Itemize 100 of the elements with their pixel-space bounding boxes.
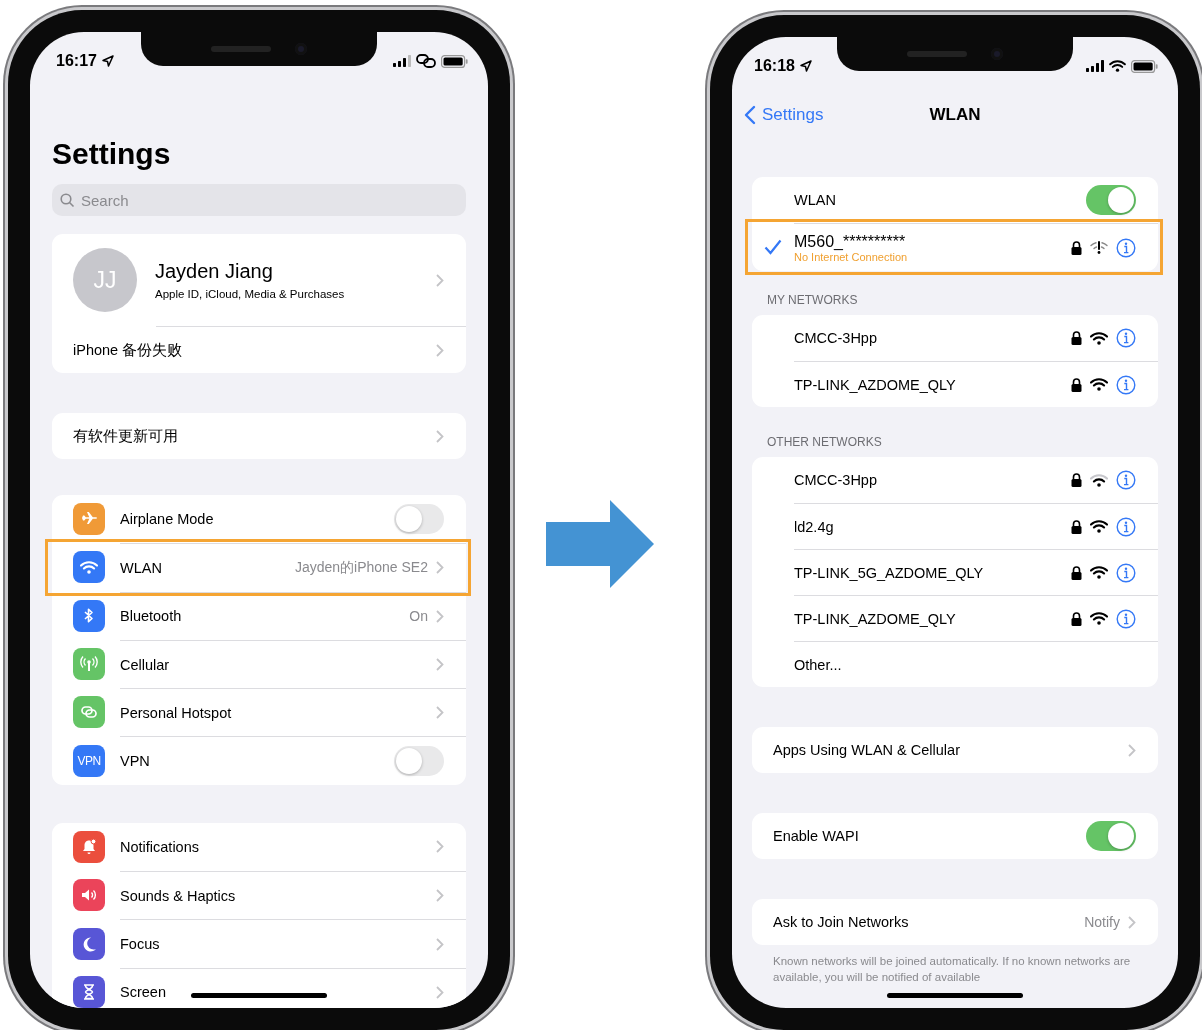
settings-row[interactable]: Focus xyxy=(52,919,466,968)
network-row[interactable]: TP-LINK_AZDOME_QLY xyxy=(752,361,1158,407)
chevron-icon xyxy=(436,429,444,443)
settings-row[interactable]: Apps Using WLAN & Cellular xyxy=(752,727,1158,773)
network-row[interactable]: TP-LINK_5G_AZDOME_QLY xyxy=(752,549,1158,595)
search-field[interactable]: Search xyxy=(52,184,466,216)
battery-icon xyxy=(1131,59,1158,73)
network-row[interactable]: TP-LINK_AZDOME_QLY xyxy=(752,595,1158,641)
setting-value: Notify xyxy=(1084,914,1120,930)
info-icon[interactable] xyxy=(1116,608,1136,629)
setting-label: Cellular xyxy=(120,656,170,673)
info-icon[interactable] xyxy=(1116,237,1136,258)
info-icon[interactable] xyxy=(1116,470,1136,490)
info-icon[interactable] xyxy=(1116,374,1136,395)
page-title: Settings xyxy=(52,136,172,172)
chevron-icon xyxy=(436,889,444,903)
settings-row[interactable]: Personal Hotspot xyxy=(52,688,466,737)
settings-row[interactable]: Notifications xyxy=(52,822,466,872)
network-name: CMCC-3Hpp xyxy=(794,472,877,488)
settings-row[interactable]: Bluetooth On xyxy=(52,591,466,640)
chevron-icon xyxy=(436,273,444,287)
section-header: OTHER NETWORKS xyxy=(766,434,883,451)
toggle-switch[interactable] xyxy=(1086,185,1136,215)
setting-label: 有软件更新可用 xyxy=(73,426,178,446)
link-icon xyxy=(416,54,436,68)
setting-value: Jayden的iPhone SE2 xyxy=(294,558,428,577)
settings-row[interactable]: WLAN xyxy=(752,177,1158,223)
setting-label: Airplane Mode xyxy=(120,511,214,528)
right-arrow-icon xyxy=(546,500,656,588)
chevron-icon xyxy=(1128,743,1136,757)
network-row[interactable]: Other... xyxy=(752,641,1158,687)
chevron-icon xyxy=(436,706,444,720)
settings-row[interactable]: Airplane Mode xyxy=(52,495,466,544)
network-name: Other... xyxy=(794,656,842,673)
status-time: 16:17 xyxy=(56,52,97,70)
lock-icon xyxy=(1071,519,1082,534)
wifi-icon xyxy=(1090,331,1108,345)
signal-icon xyxy=(393,55,411,67)
profile-name: Jayden Jiang xyxy=(155,260,274,283)
lock-icon xyxy=(1071,377,1082,392)
signal-icon xyxy=(1086,60,1104,72)
wifi-icon xyxy=(1109,60,1126,72)
chevron-icon xyxy=(436,985,444,999)
setting-label: VPN xyxy=(120,753,150,770)
network-name: TP-LINK_AZDOME_QLY xyxy=(794,610,956,627)
vpn-icon: VPN xyxy=(73,744,105,777)
toggle-switch[interactable] xyxy=(1086,821,1136,851)
section-header: MY NETWORKS xyxy=(766,292,859,309)
settings-row[interactable]: VPN VPN xyxy=(52,736,466,785)
setting-label: Focus xyxy=(120,936,160,952)
info-icon[interactable] xyxy=(1116,562,1136,583)
setting-label: iPhone 备份失败 xyxy=(73,340,183,360)
settings-row[interactable]: Ask to Join Networks Notify xyxy=(752,899,1158,945)
battery-icon xyxy=(441,54,468,68)
wifi-icon xyxy=(1090,520,1108,533)
chevron-icon xyxy=(436,937,444,951)
profile-row[interactable]: JJ Jayden Jiang Apple ID, iCloud, Media & Purchases xyxy=(52,234,466,326)
network-row[interactable]: CMCC-3Hpp xyxy=(752,457,1158,503)
setting-label: WLAN xyxy=(120,559,162,576)
toggle-switch[interactable] xyxy=(394,746,444,777)
network-name: TP-LINK_AZDOME_QLY xyxy=(794,376,956,393)
setting-label: Screen xyxy=(120,984,166,1001)
setting-label: Ask to Join Networks xyxy=(773,914,909,930)
chevron-icon xyxy=(436,840,444,854)
settings-row[interactable]: 有软件更新可用 xyxy=(52,413,466,459)
avatar: JJ xyxy=(73,248,137,312)
settings-row[interactable]: iPhone 备份失败 xyxy=(52,327,466,373)
location-arrow-icon xyxy=(799,60,812,72)
chevron-icon xyxy=(1128,915,1136,929)
settings-row[interactable]: Enable WAPI xyxy=(752,813,1158,859)
info-icon[interactable] xyxy=(1116,328,1136,348)
setting-label: Bluetooth xyxy=(120,608,182,625)
network-row[interactable]: CMCC-3Hpp xyxy=(752,315,1158,361)
settings-row[interactable]: WLAN Jayden的iPhone SE2 xyxy=(52,543,466,592)
toggle-switch[interactable] xyxy=(394,504,444,535)
setting-label: Apps Using WLAN & Cellular xyxy=(773,742,960,758)
wifi-icon xyxy=(1090,473,1108,487)
profile-subtitle: Apple ID, iCloud, Media & Purchases xyxy=(155,288,346,300)
setting-label: Personal Hotspot xyxy=(120,704,232,721)
network-row[interactable]: M560_********** No Internet Connection xyxy=(752,223,1158,271)
settings-row[interactable]: Sounds & Haptics xyxy=(52,871,466,920)
back-link[interactable]: Settings xyxy=(744,105,824,125)
network-name: TP-LINK_5G_AZDOME_QLY xyxy=(794,564,984,581)
settings-row[interactable]: Cellular xyxy=(52,639,466,689)
search-icon xyxy=(60,193,75,208)
location-arrow-icon xyxy=(101,55,114,67)
lock-icon xyxy=(1071,611,1082,626)
wifi-icon xyxy=(1090,612,1108,625)
setting-value: On xyxy=(409,608,428,625)
lock-icon xyxy=(1071,565,1082,580)
lock-icon xyxy=(1071,473,1082,487)
network-row[interactable]: ld2.4g xyxy=(752,503,1158,549)
network-status: No Internet Connection xyxy=(794,250,908,263)
lock-icon xyxy=(1071,240,1082,255)
wifi-icon xyxy=(1090,566,1108,579)
network-name: ld2.4g xyxy=(794,518,834,535)
wifi-warning-icon xyxy=(1090,240,1108,255)
setting-label: Sounds & Haptics xyxy=(120,887,236,904)
chevron-icon xyxy=(436,343,444,357)
info-icon[interactable] xyxy=(1116,516,1136,537)
